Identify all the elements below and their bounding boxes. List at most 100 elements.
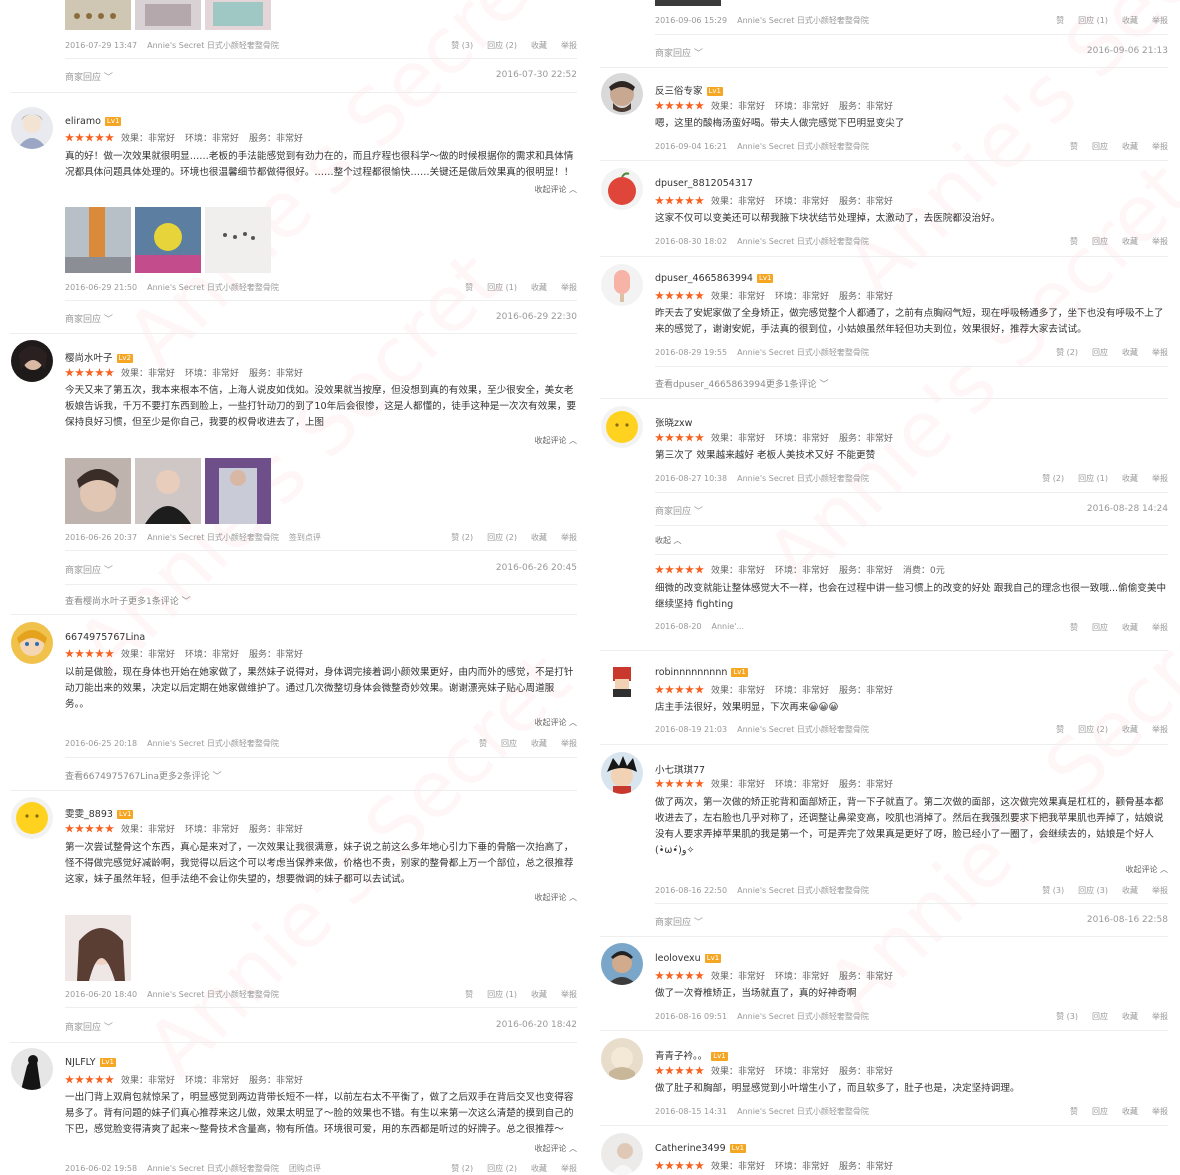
reply-button[interactable]: 回应 (1) bbox=[1078, 474, 1108, 483]
review-photo[interactable] bbox=[65, 915, 131, 981]
reply-button[interactable]: 回应 bbox=[1092, 142, 1108, 151]
like-button[interactable]: 赞 (3) bbox=[1056, 1012, 1078, 1021]
favorite-button[interactable]: 收藏 bbox=[1122, 1012, 1138, 1021]
favorite-button[interactable]: 收藏 bbox=[1122, 237, 1138, 246]
user-name[interactable]: robinnnnnnnnn Lv1 bbox=[655, 667, 748, 678]
report-button[interactable]: 举报 bbox=[1152, 237, 1168, 246]
merchant-reply-toggle[interactable]: 商家回应 ﹀ bbox=[655, 915, 703, 928]
user-name[interactable]: 樱尚水叶子 Lv2 bbox=[65, 350, 134, 364]
like-button[interactable]: 赞 bbox=[1070, 623, 1078, 632]
review-photo[interactable] bbox=[655, 0, 721, 6]
like-button[interactable]: 赞 (2) bbox=[1042, 474, 1064, 483]
more-reviews-link[interactable]: 查看dpuser_4665863994更多1条评论 ﹀ bbox=[655, 377, 828, 390]
like-button[interactable]: 赞 bbox=[1070, 1107, 1078, 1116]
reply-button[interactable]: 回应 bbox=[1092, 623, 1108, 632]
report-button[interactable]: 举报 bbox=[561, 990, 577, 999]
user-name[interactable]: leolovexu Lv1 bbox=[655, 953, 722, 964]
reply-button[interactable]: 回应 bbox=[1092, 1012, 1108, 1021]
avatar[interactable] bbox=[601, 1038, 643, 1080]
reply-button[interactable]: 回应 (1) bbox=[1078, 16, 1108, 25]
favorite-button[interactable]: 收藏 bbox=[1122, 886, 1138, 895]
user-name[interactable]: 反三俗专家 Lv1 bbox=[655, 83, 724, 97]
favorite-button[interactable]: 收藏 bbox=[1122, 725, 1138, 734]
avatar[interactable] bbox=[11, 340, 53, 382]
reply-button[interactable]: 回应 bbox=[1092, 237, 1108, 246]
report-button[interactable]: 举报 bbox=[1152, 725, 1168, 734]
like-button[interactable]: 赞 (2) bbox=[1056, 348, 1078, 357]
like-button[interactable]: 赞 bbox=[1056, 16, 1064, 25]
favorite-button[interactable]: 收藏 bbox=[531, 990, 547, 999]
avatar[interactable] bbox=[601, 659, 643, 701]
avatar[interactable] bbox=[11, 1048, 53, 1090]
avatar[interactable] bbox=[601, 264, 643, 306]
more-reviews-link[interactable]: 查看樱尚水叶子更多1条评论 ﹀ bbox=[65, 594, 191, 607]
collapse-review-button[interactable]: 收起评论 ︿ bbox=[534, 1143, 577, 1154]
user-name[interactable]: 雯雯_8893 Lv1 bbox=[65, 806, 134, 820]
avatar[interactable] bbox=[11, 622, 53, 664]
report-button[interactable]: 举报 bbox=[1152, 1012, 1168, 1021]
collapse-review-button[interactable]: 收起评论 ︿ bbox=[534, 184, 577, 195]
report-button[interactable]: 举报 bbox=[1152, 886, 1168, 895]
reply-button[interactable]: 回应 (2) bbox=[487, 1164, 517, 1173]
reply-button[interactable]: 回应 (1) bbox=[487, 283, 517, 292]
user-name[interactable]: eliramo Lv1 bbox=[65, 116, 122, 127]
report-button[interactable]: 举报 bbox=[561, 533, 577, 542]
reply-button[interactable]: 回应 (2) bbox=[1078, 725, 1108, 734]
merchant-reply-toggle[interactable]: 商家回应 ﹀ bbox=[655, 46, 703, 59]
report-button[interactable]: 举报 bbox=[1152, 474, 1168, 483]
user-name[interactable]: 小七琪琪77 bbox=[655, 762, 705, 776]
favorite-button[interactable]: 收藏 bbox=[1122, 623, 1138, 632]
like-button[interactable]: 赞 bbox=[479, 739, 487, 748]
avatar[interactable] bbox=[601, 943, 643, 985]
review-photo[interactable] bbox=[135, 207, 201, 273]
user-name[interactable]: 张晓zxw bbox=[655, 415, 692, 429]
merchant-reply-toggle[interactable]: 商家回应 ﹀ bbox=[655, 504, 703, 517]
favorite-button[interactable]: 收藏 bbox=[1122, 348, 1138, 357]
collapse-review-button[interactable]: 收起评论 ︿ bbox=[534, 717, 577, 728]
reply-button[interactable]: 回应 bbox=[501, 739, 517, 748]
user-name[interactable]: NJLFLY Lv1 bbox=[65, 1057, 116, 1068]
review-photo[interactable] bbox=[65, 458, 131, 524]
report-button[interactable]: 举报 bbox=[561, 41, 577, 50]
review-photo[interactable] bbox=[135, 458, 201, 524]
avatar[interactable] bbox=[601, 752, 643, 794]
like-button[interactable]: 赞 bbox=[465, 283, 473, 292]
like-button[interactable]: 赞 (2) bbox=[451, 533, 473, 542]
report-button[interactable]: 举报 bbox=[1152, 142, 1168, 151]
collapse-button[interactable]: 收起 ︿ bbox=[655, 535, 682, 546]
user-name[interactable]: 青青子衿。。 Lv1 bbox=[655, 1048, 728, 1062]
avatar[interactable] bbox=[11, 107, 53, 149]
review-photo[interactable] bbox=[135, 0, 201, 30]
report-button[interactable]: 举报 bbox=[1152, 16, 1168, 25]
reply-button[interactable]: 回应 (1) bbox=[487, 990, 517, 999]
avatar[interactable] bbox=[601, 168, 643, 210]
favorite-button[interactable]: 收藏 bbox=[1122, 1107, 1138, 1116]
reply-button[interactable]: 回应 (3) bbox=[1078, 886, 1108, 895]
collapse-review-button[interactable]: 收起评论 ︿ bbox=[1125, 864, 1168, 875]
favorite-button[interactable]: 收藏 bbox=[531, 533, 547, 542]
favorite-button[interactable]: 收藏 bbox=[531, 1164, 547, 1173]
review-photo[interactable] bbox=[205, 207, 271, 273]
merchant-reply-toggle[interactable]: 商家回应 ﹀ bbox=[65, 70, 113, 83]
collapse-review-button[interactable]: 收起评论 ︿ bbox=[534, 435, 577, 446]
report-button[interactable]: 举报 bbox=[1152, 1107, 1168, 1116]
favorite-button[interactable]: 收藏 bbox=[531, 739, 547, 748]
report-button[interactable]: 举报 bbox=[1152, 623, 1168, 632]
user-name[interactable]: dpuser_8812054317 bbox=[655, 178, 753, 189]
like-button[interactable]: 赞 bbox=[1070, 142, 1078, 151]
report-button[interactable]: 举报 bbox=[561, 1164, 577, 1173]
favorite-button[interactable]: 收藏 bbox=[531, 41, 547, 50]
favorite-button[interactable]: 收藏 bbox=[531, 283, 547, 292]
like-button[interactable]: 赞 bbox=[1070, 237, 1078, 246]
merchant-reply-toggle[interactable]: 商家回应 ﹀ bbox=[65, 1020, 113, 1033]
reply-button[interactable]: 回应 (2) bbox=[487, 41, 517, 50]
avatar[interactable] bbox=[601, 406, 643, 448]
reply-button[interactable]: 回应 bbox=[1092, 348, 1108, 357]
reply-button[interactable]: 回应 bbox=[1092, 1107, 1108, 1116]
like-button[interactable]: 赞 bbox=[465, 990, 473, 999]
review-photo[interactable] bbox=[65, 0, 131, 30]
review-photo[interactable] bbox=[205, 458, 271, 524]
report-button[interactable]: 举报 bbox=[561, 739, 577, 748]
favorite-button[interactable]: 收藏 bbox=[1122, 474, 1138, 483]
like-button[interactable]: 赞 (3) bbox=[451, 41, 473, 50]
